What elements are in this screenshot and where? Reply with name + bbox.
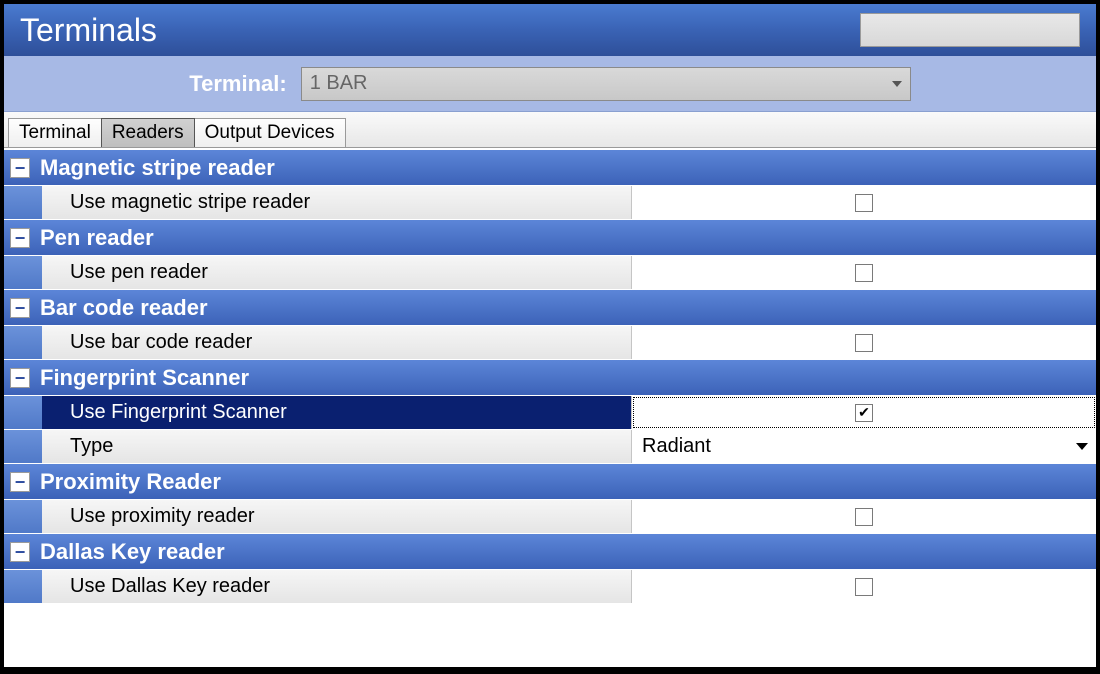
section-title: Dallas Key reader: [40, 539, 225, 565]
row-gutter: [4, 570, 42, 603]
terminal-toolbar: Terminal: 1 BAR: [4, 56, 1096, 112]
row-gutter: [4, 430, 42, 463]
row-value: [632, 326, 1096, 359]
row-use-barcode: Use bar code reader: [4, 326, 1096, 360]
row-gutter: [4, 256, 42, 289]
row-gutter: [4, 500, 42, 533]
checkbox-use-pen[interactable]: [855, 264, 873, 282]
section-title: Proximity Reader: [40, 469, 221, 495]
collapse-icon[interactable]: −: [10, 228, 30, 248]
section-title: Magnetic stripe reader: [40, 155, 275, 181]
section-title: Pen reader: [40, 225, 154, 251]
terminal-label: Terminal:: [189, 71, 286, 97]
row-use-pen: Use pen reader: [4, 256, 1096, 290]
row-value: [632, 570, 1096, 603]
collapse-icon[interactable]: −: [10, 542, 30, 562]
section-header-proximity: − Proximity Reader: [4, 464, 1096, 500]
checkbox-use-barcode[interactable]: [855, 334, 873, 352]
row-label: Use pen reader: [42, 256, 632, 289]
checkbox-use-dallas[interactable]: [855, 578, 873, 596]
chevron-down-icon: [1076, 443, 1088, 450]
row-label: Use proximity reader: [42, 500, 632, 533]
chevron-down-icon: [892, 81, 902, 87]
row-use-magnetic: Use magnetic stripe reader: [4, 186, 1096, 220]
row-label: Type: [42, 430, 632, 463]
titlebar-search-field[interactable]: [860, 13, 1080, 47]
row-label: Use magnetic stripe reader: [42, 186, 632, 219]
row-use-fingerprint: Use Fingerprint Scanner ✔: [4, 396, 1096, 430]
checkbox-use-fingerprint[interactable]: ✔: [855, 404, 873, 422]
checkbox-use-magnetic[interactable]: [855, 194, 873, 212]
readers-grid: − Magnetic stripe reader Use magnetic st…: [4, 148, 1096, 667]
tab-strip: Terminal Readers Output Devices: [4, 112, 1096, 148]
titlebar-title: Terminals: [20, 12, 860, 49]
collapse-icon[interactable]: −: [10, 472, 30, 492]
collapse-icon[interactable]: −: [10, 298, 30, 318]
row-value: ✔: [632, 396, 1096, 429]
tab-readers[interactable]: Readers: [101, 118, 195, 147]
tab-terminal[interactable]: Terminal: [8, 118, 102, 147]
section-header-fingerprint: − Fingerprint Scanner: [4, 360, 1096, 396]
row-use-proximity: Use proximity reader: [4, 500, 1096, 534]
titlebar: Terminals: [4, 4, 1096, 56]
row-value: [632, 256, 1096, 289]
collapse-icon[interactable]: −: [10, 158, 30, 178]
row-gutter: [4, 396, 42, 429]
section-header-pen: − Pen reader: [4, 220, 1096, 256]
row-gutter: [4, 326, 42, 359]
row-fingerprint-type: Type Radiant: [4, 430, 1096, 464]
fingerprint-type-select[interactable]: Radiant: [632, 430, 1096, 463]
window-terminals: Terminals Terminal: 1 BAR Terminal Reade…: [3, 3, 1097, 668]
section-header-barcode: − Bar code reader: [4, 290, 1096, 326]
row-value: [632, 500, 1096, 533]
tab-output-devices[interactable]: Output Devices: [194, 118, 346, 147]
section-header-dallas: − Dallas Key reader: [4, 534, 1096, 570]
section-header-magnetic: − Magnetic stripe reader: [4, 150, 1096, 186]
section-title: Fingerprint Scanner: [40, 365, 249, 391]
row-value: [632, 186, 1096, 219]
row-label: Use bar code reader: [42, 326, 632, 359]
terminal-select[interactable]: 1 BAR: [301, 67, 911, 101]
row-gutter: [4, 186, 42, 219]
row-label: Use Dallas Key reader: [42, 570, 632, 603]
terminal-select-value: 1 BAR: [310, 72, 368, 95]
section-title: Bar code reader: [40, 295, 208, 321]
dropdown-value: Radiant: [642, 435, 711, 458]
row-label: Use Fingerprint Scanner: [42, 396, 632, 429]
checkbox-use-proximity[interactable]: [855, 508, 873, 526]
row-use-dallas: Use Dallas Key reader: [4, 570, 1096, 604]
collapse-icon[interactable]: −: [10, 368, 30, 388]
